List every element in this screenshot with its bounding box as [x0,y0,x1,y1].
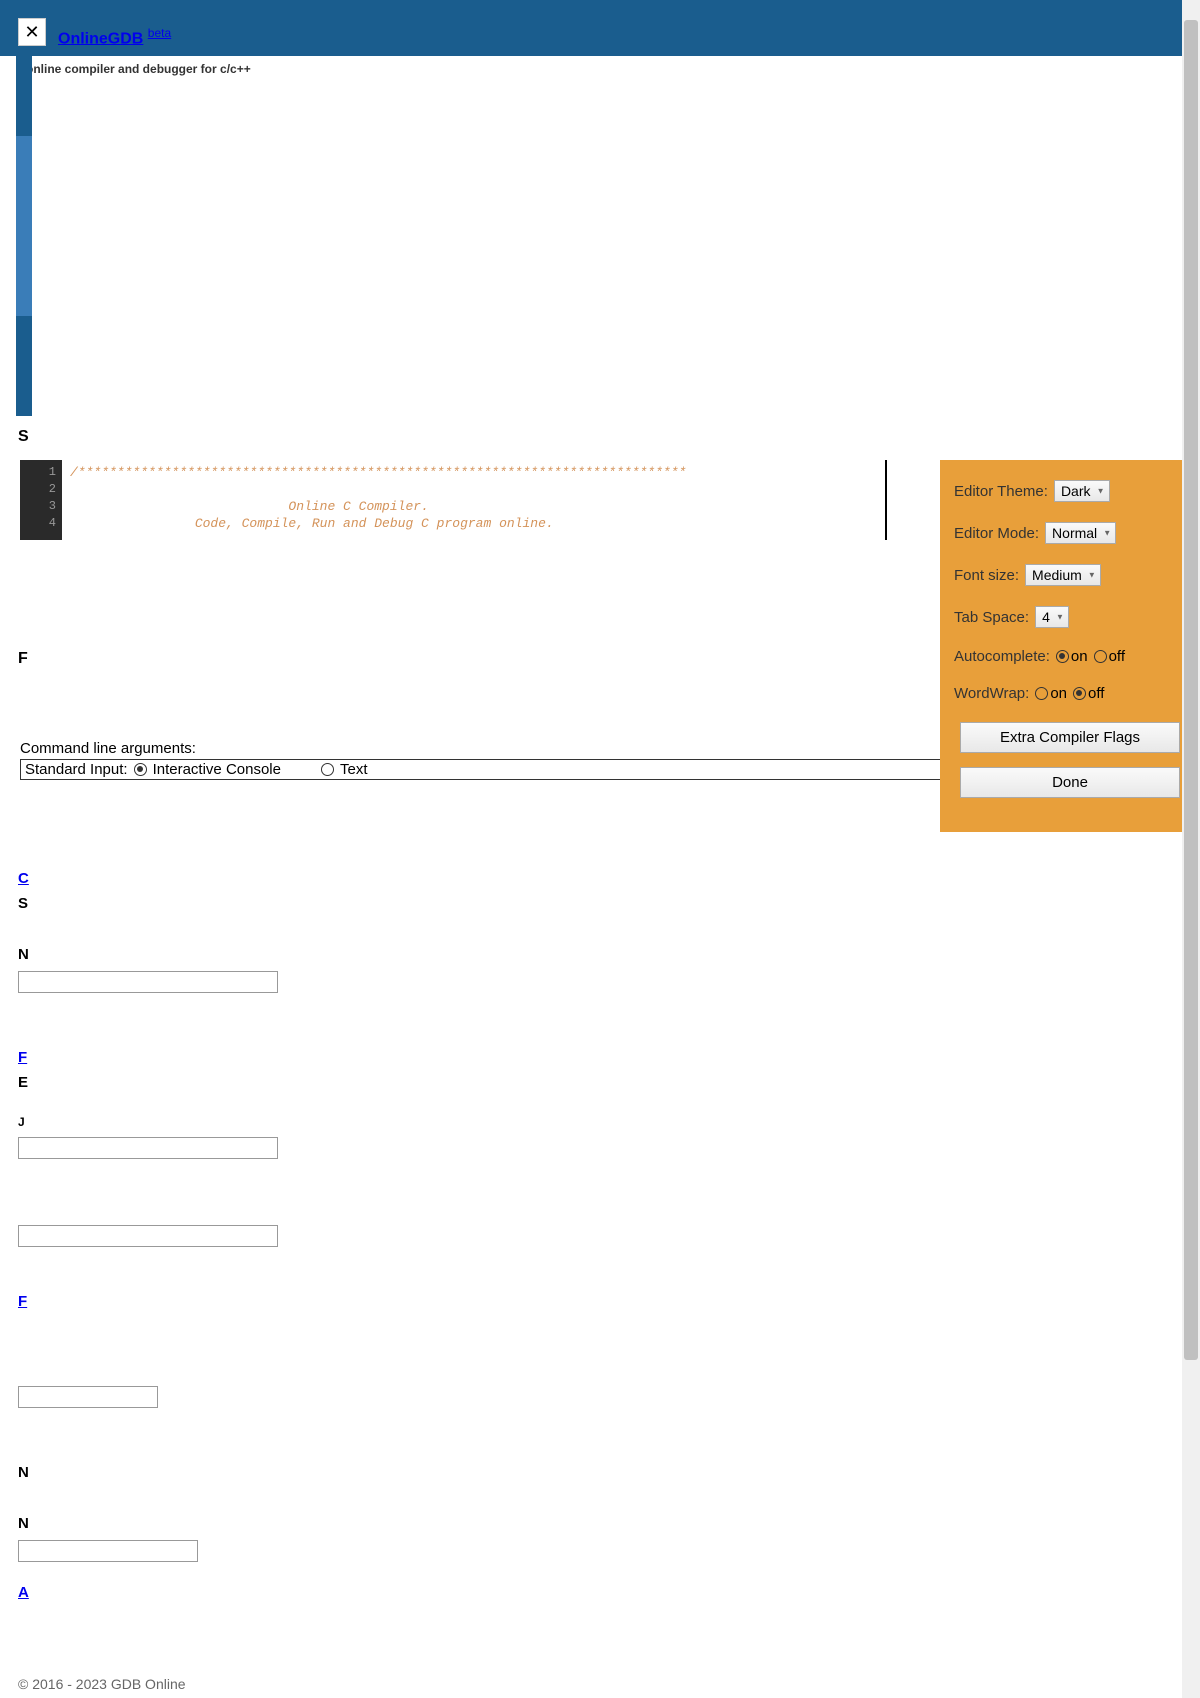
stdin-interactive-radio[interactable] [134,763,147,776]
line-gutter: 1 2 3 4 [20,460,62,540]
input-field-5[interactable] [18,1540,198,1562]
done-button[interactable]: Done [960,767,1180,798]
on-label: on [1050,685,1067,702]
letter-e: E [18,1074,698,1091]
content-area: C S N F E J F N N A [18,870,698,1609]
stdin-label: Standard Input: [25,761,128,778]
letter-s2: S [18,895,698,912]
logo-area: OnlineGDB beta [58,8,1188,48]
code-editor[interactable]: 1 2 3 4 /*******************************… [20,460,910,540]
line-number: 4 [20,515,56,532]
beta-link[interactable]: beta [148,26,171,40]
letter-n2: N [18,1464,698,1481]
scrollbar-thumb[interactable] [1184,20,1198,1360]
letter-s: S [18,428,29,446]
wordwrap-row: WordWrap: on off [954,685,1186,702]
extra-flags-button[interactable]: Extra Compiler Flags [960,722,1180,753]
input-field-2[interactable] [18,1137,278,1159]
input-section: Command line arguments: Standard Input: … [20,740,970,780]
header: ✕ OnlineGDB beta [0,0,1200,56]
input-field-3[interactable] [18,1225,278,1247]
line-number: 2 [20,481,56,498]
wordwrap-off-radio[interactable] [1073,687,1086,700]
mode-label: Editor Mode: [954,525,1039,542]
cmdline-label: Command line arguments: [20,740,970,757]
autocomplete-label: Autocomplete: [954,648,1050,665]
logo-link[interactable]: OnlineGDB [58,30,143,47]
tab-row: Tab Space: 4 [954,606,1186,628]
autocomplete-off-radio[interactable] [1094,650,1107,663]
letter-n3: N [18,1515,698,1532]
theme-label: Editor Theme: [954,483,1048,500]
theme-row: Editor Theme: Dark [954,480,1186,502]
link-f3[interactable]: F [18,1293,698,1310]
stdin-row: Standard Input: Interactive Console Text [20,759,970,780]
link-c[interactable]: C [18,870,698,887]
settings-panel: Editor Theme: Dark Editor Mode: Normal F… [940,460,1200,832]
editor-container: 1 2 3 4 /*******************************… [20,460,910,540]
stdin-text-radio[interactable] [321,763,334,776]
input-field-4[interactable] [18,1386,158,1408]
letter-f: F [18,650,28,668]
mode-select[interactable]: Normal [1045,522,1116,544]
vertical-scrollbar[interactable] [1182,0,1200,1698]
left-sidebar-strip [16,56,32,416]
autocomplete-row: Autocomplete: on off [954,648,1186,665]
code-content: /***************************************… [70,464,686,532]
mode-row: Editor Mode: Normal [954,522,1186,544]
input-field-1[interactable] [18,971,278,993]
font-row: Font size: Medium [954,564,1186,586]
footer-copyright: © 2016 - 2023 GDB Online [18,1676,186,1692]
link-a[interactable]: A [18,1584,698,1601]
stdin-interactive-label: Interactive Console [153,761,281,778]
wordwrap-on-radio[interactable] [1035,687,1048,700]
tab-select[interactable]: 4 [1035,606,1069,628]
wordwrap-label: WordWrap: [954,685,1029,702]
font-label: Font size: [954,567,1019,584]
font-select[interactable]: Medium [1025,564,1101,586]
letter-j: J [18,1115,698,1129]
link-f[interactable]: F [18,1049,698,1066]
tagline: online compiler and debugger for c/c++ [18,62,251,76]
text-cursor [885,460,887,540]
off-label: off [1088,685,1104,702]
letter-n: N [18,946,698,963]
autocomplete-on-radio[interactable] [1056,650,1069,663]
line-number: 1 [20,464,56,481]
line-number: 3 [20,498,56,515]
close-button[interactable]: ✕ [18,18,46,46]
theme-select[interactable]: Dark [1054,480,1110,502]
stdin-text-label: Text [340,761,368,778]
on-label: on [1071,648,1088,665]
tab-label: Tab Space: [954,609,1029,626]
off-label: off [1109,648,1125,665]
